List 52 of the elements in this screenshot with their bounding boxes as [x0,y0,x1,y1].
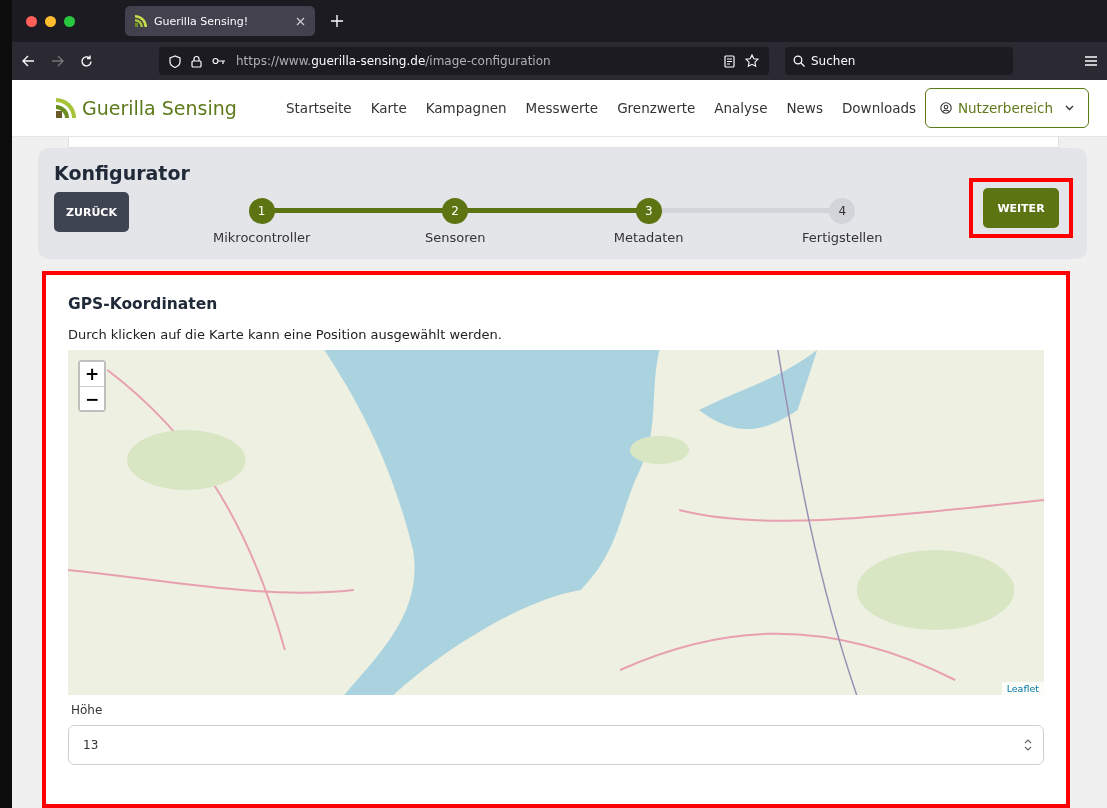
back-arrow-icon[interactable] [22,55,35,67]
maximize-window-icon[interactable] [64,15,75,27]
back-button[interactable]: ZURÜCK [54,192,129,232]
nav-link[interactable]: Startseite [286,100,352,116]
search-icon [793,55,805,67]
step-label: Mikrocontroller [213,230,311,245]
close-icon[interactable] [296,16,305,26]
nav-link[interactable]: Analyse [714,100,768,116]
user-icon [939,102,952,114]
chevron-down-icon [1065,105,1074,111]
user-area-button[interactable]: Nutzerbereich [924,88,1089,128]
card-title: GPS-Koordinaten [68,295,219,313]
step-label: Sensoren [424,230,486,245]
star-icon[interactable] [745,54,759,68]
lock-icon [191,54,202,68]
step-label: Fertigstellen [802,230,883,245]
nav-link[interactable]: Karte [370,100,407,116]
url-text: https://www.guerilla-sensing.de/image-configuration [236,54,552,68]
height-input-field[interactable]: 13 [68,725,1044,765]
signal-icon [135,15,147,27]
step-number[interactable]: 4 [829,198,856,224]
field-label: Höhe [71,703,104,717]
shield-icon [169,54,181,68]
configurator-title: Konfigurator [54,162,191,184]
step-number[interactable]: 1 [248,198,275,224]
next-button[interactable]: WEITER [983,188,1059,228]
attribution-link[interactable]: Leaflet [1001,682,1044,695]
step-number[interactable]: 3 [635,198,662,224]
key-icon [212,57,226,65]
minimize-window-icon[interactable] [45,15,56,27]
nav-link[interactable]: Grenzwerte [617,100,696,116]
logo-icon [56,98,78,118]
step-label: Metadaten [613,230,684,245]
tab-title: Guerilla Sensing! [154,14,250,28]
reader-view-icon[interactable] [724,54,735,68]
forward-arrow-icon[interactable] [51,55,64,67]
nav-link[interactable]: Kampagnen [425,100,507,116]
menu-icon[interactable] [1085,56,1097,66]
nav-link[interactable]: News [786,100,823,116]
spinner-icon[interactable] [1023,738,1033,752]
reload-icon[interactable] [80,54,93,68]
map-hint: Durch klicken auf die Karte kann eine Position ausgewählt werden. [68,327,503,342]
address-bar[interactable]: https://www.guerilla-sensing.de/image-configuration [159,47,769,75]
zoom-out-button[interactable]: − [80,386,104,410]
nav-link[interactable]: Downloads [841,100,917,116]
close-window-icon[interactable] [26,15,37,27]
browser-tab[interactable]: Guerilla Sensing! [125,6,315,36]
step-number[interactable]: 2 [442,198,469,224]
logo-text: Guerilla Sensing [82,97,237,119]
new-tab-icon[interactable] [331,15,343,27]
search-field[interactable]: Suchen [785,47,1013,75]
nav-link[interactable]: Messwerte [525,100,599,116]
